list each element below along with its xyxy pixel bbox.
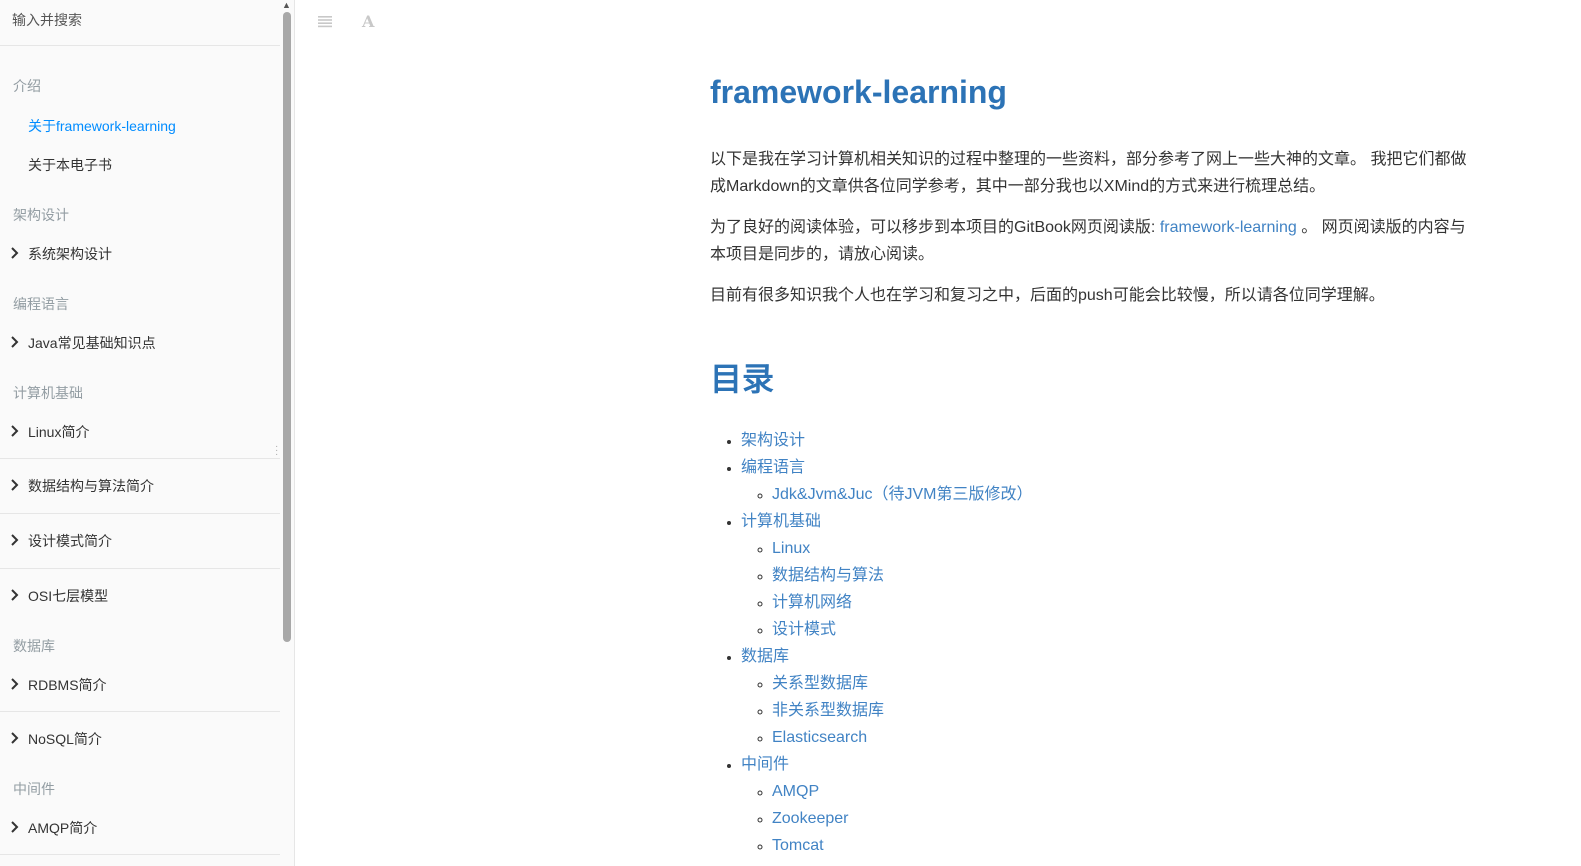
chevron-right-icon[interactable] [8,818,20,838]
sidebar-item-label: NoSQL简介 [28,731,102,747]
toc-link-linux[interactable]: Linux [772,540,810,557]
page-title: framework-learning [710,74,1007,110]
toc-item[interactable]: Jdk&Jvm&Juc（待JVM第三版修改） [772,481,1480,508]
toc-item[interactable]: 设计模式 [772,616,1480,643]
toc-sublist: Linux 数据结构与算法 计算机网络 设计模式 [741,535,1480,643]
gitbook-link[interactable]: framework-learning [1160,219,1297,236]
toc-item[interactable]: 计算机网络 [772,589,1480,616]
article-paragraph: 目前有很多知识我个人也在学习和复习之中，后面的push可能会比较慢，所以请各位同… [710,287,1385,304]
toc-item[interactable]: 关系型数据库 [772,670,1480,697]
sidebar-item-design-patterns[interactable]: 设计模式简介 [0,531,280,551]
toc-item[interactable]: 中间件 AMQP Zookeeper Tomcat [741,751,1480,859]
chevron-right-icon[interactable] [8,476,20,496]
chevron-right-icon[interactable] [8,586,20,606]
toc-item[interactable]: Elasticsearch [772,724,1480,751]
toc-sublist: AMQP Zookeeper Tomcat [741,778,1480,859]
paragraph-text: 为了良好的阅读体验，可以移步到本项目的GitBook网页阅读版: [710,219,1160,236]
sidebar-item-label: 设计模式简介 [28,533,112,549]
sidebar-nav: 介绍 关于framework-learning 关于本电子书 架构设计 系统架构… [0,46,280,855]
toc-item[interactable]: Zookeeper [772,805,1480,832]
toc-item[interactable]: Linux [772,535,1480,562]
chevron-right-icon[interactable] [8,675,20,695]
toc-list: 架构设计 编程语言 Jdk&Jvm&Juc（待JVM第三版修改） 计算机基础 L… [710,427,1480,859]
font-settings-icon[interactable]: A [362,10,382,31]
toc-link-dsa[interactable]: 数据结构与算法 [772,567,884,584]
toc-item[interactable]: 编程语言 Jdk&Jvm&Juc（待JVM第三版修改） [741,454,1480,508]
sidebar-header-mw: 中间件 [13,781,55,797]
toc-sublist: 关系型数据库 非关系型数据库 Elasticsearch [741,670,1480,751]
toc-link-tomcat[interactable]: Tomcat [772,837,824,854]
toc-link-network[interactable]: 计算机网络 [772,594,852,611]
chevron-right-icon[interactable] [8,244,20,264]
article-paragraph: 为了良好的阅读体验，可以移步到本项目的GitBook网页阅读版: framewo… [710,214,1480,268]
sidebar-item-java-basics[interactable]: Java常见基础知识点 [0,333,280,353]
sidebar-header-intro: 介绍 [13,78,41,94]
sidebar-item-label: OSI七层模型 [28,588,109,604]
menu-lines-svg [318,16,332,28]
sidebar-item-label: RDBMS简介 [28,677,107,693]
article: framework-learning 以下是我在学习计算机相关知识的过程中整理的… [710,70,1480,859]
chevron-right-icon[interactable] [8,422,20,442]
sidebar-header-lang: 编程语言 [13,296,69,312]
search-input[interactable] [12,12,262,28]
sidebar: 介绍 关于framework-learning 关于本电子书 架构设计 系统架构… [0,0,295,866]
toc-item[interactable]: 非关系型数据库 [772,697,1480,724]
sidebar-scrollbar-thumb[interactable] [283,12,291,642]
sidebar-item-label: 数据结构与算法简介 [28,478,154,494]
toc-link-cs[interactable]: 计算机基础 [741,513,821,530]
chevron-right-icon[interactable] [8,531,20,551]
toc-item[interactable]: 数据结构与算法 [772,562,1480,589]
chevron-right-icon[interactable] [8,729,20,749]
toc-link-patterns[interactable]: 设计模式 [772,621,836,638]
toc-link-amqp[interactable]: AMQP [772,783,819,800]
sidebar-item-linux[interactable]: Linux简介 [0,422,280,442]
sidebar-header-db: 数据库 [13,638,55,654]
toc-item[interactable]: 计算机基础 Linux 数据结构与算法 计算机网络 设计模式 [741,508,1480,643]
chevron-right-icon[interactable] [8,333,20,353]
toc-link-zk[interactable]: Zookeeper [772,810,849,827]
toc-link-db[interactable]: 数据库 [741,648,789,665]
toc-sublist: Jdk&Jvm&Juc（待JVM第三版修改） [741,481,1480,508]
sidebar-item-about-ebook[interactable]: 关于本电子书 [0,155,280,175]
toc-item[interactable]: 架构设计 [741,427,1480,454]
toc-link-jdk[interactable]: Jdk&Jvm&Juc（待JVM第三版修改） [772,486,1032,503]
sidebar-item-label: 系统架构设计 [28,246,112,262]
toc-item[interactable]: 数据库 关系型数据库 非关系型数据库 Elasticsearch [741,643,1480,751]
toc-item[interactable]: Tomcat [772,832,1480,859]
toc-heading: 目录 [710,361,775,397]
toc-link-mw[interactable]: 中间件 [741,756,789,773]
sidebar-divider [0,854,280,855]
sidebar-item-amqp[interactable]: AMQP简介 [0,818,280,838]
toc-item[interactable]: AMQP [772,778,1480,805]
sidebar-item-rdbms[interactable]: RDBMS简介 [0,675,280,695]
sidebar-item-nosql[interactable]: NoSQL简介 [0,729,280,749]
toc-link-es[interactable]: Elasticsearch [772,729,867,746]
menu-lines-icon[interactable] [316,10,336,30]
resize-handle-icon[interactable]: · · · [275,442,279,460]
toc-link-arch[interactable]: 架构设计 [741,432,805,449]
sidebar-item-label: AMQP简介 [28,820,98,836]
scroll-up-arrow-icon[interactable]: ▲ [282,0,291,10]
toc-link-relational[interactable]: 关系型数据库 [772,675,868,692]
toc-link-nonrelational[interactable]: 非关系型数据库 [772,702,884,719]
sidebar-item-label: Linux简介 [28,424,90,440]
sidebar-header-cs: 计算机基础 [13,385,83,401]
sidebar-item-osi[interactable]: OSI七层模型 [0,586,280,606]
sidebar-item-about-framework[interactable]: 关于framework-learning [0,116,280,136]
sidebar-item-dsa[interactable]: 数据结构与算法简介 [0,476,280,496]
sidebar-item-label: Java常见基础知识点 [28,335,156,351]
article-paragraph: 以下是我在学习计算机相关知识的过程中整理的一些资料，部分参考了网上一些大神的文章… [710,151,1467,195]
sidebar-item-system-arch[interactable]: 系统架构设计 [0,244,280,264]
toc-link-lang[interactable]: 编程语言 [741,459,805,476]
sidebar-header-arch: 架构设计 [13,207,69,223]
search-bar [0,0,280,46]
